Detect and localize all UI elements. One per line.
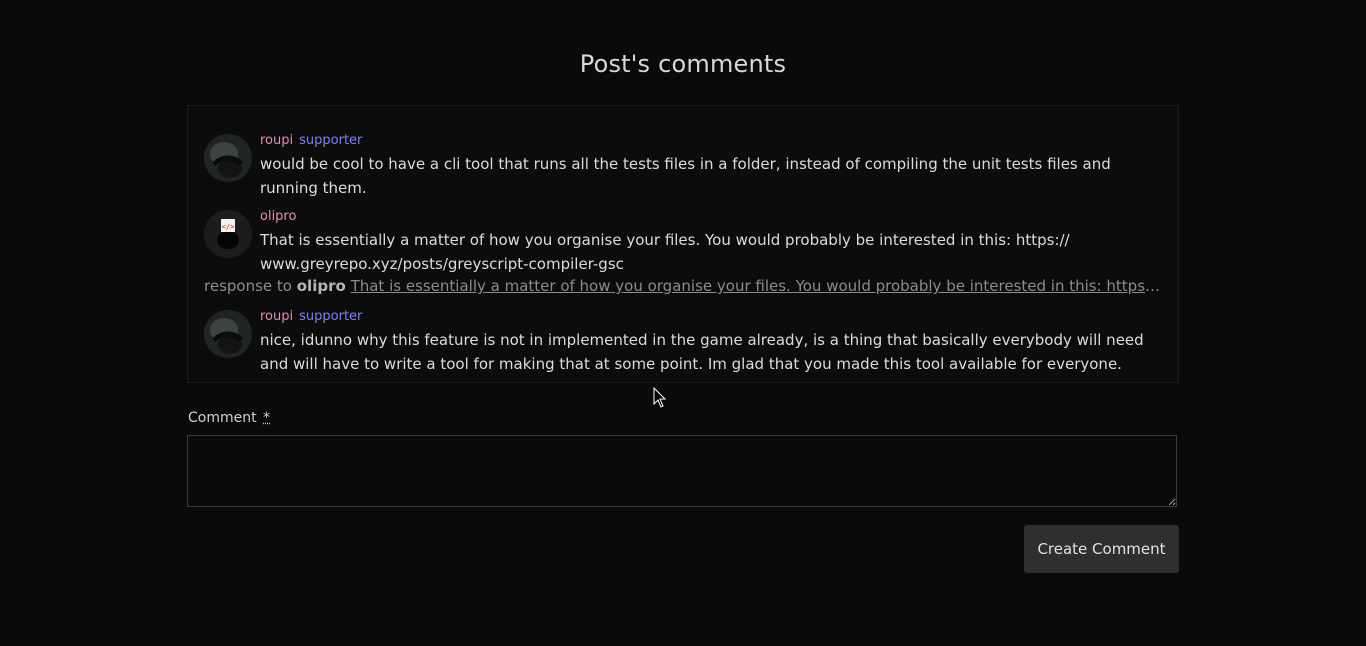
comment-body: nice, idunno why this feature is not in … [260,331,1144,373]
comment-body: would be cool to have a cli tool that ru… [260,155,1111,197]
avatar[interactable]: </> [204,210,252,258]
comments-list: roupi supporter would be cool to have a c… [187,105,1179,383]
create-comment-button[interactable]: Create Comment [1024,525,1179,573]
supporter-badge: supporter [299,133,363,148]
avatar-text: </> [222,223,235,231]
comment-author[interactable]: roupi [260,133,293,148]
reply-to-author: olipro [296,277,346,295]
comment-author[interactable]: roupi [260,309,293,324]
comment-item: roupi supporter nice, idunno why this fea… [204,309,1164,373]
reply-reference: response to olipro That is essentially a… [204,277,1164,295]
required-marker: * [263,410,271,426]
avatar[interactable] [204,134,252,182]
roupi-avatar-icon [204,310,252,358]
page-title: Post's comments [579,50,787,78]
mouse-cursor-icon [653,387,667,408]
comment-label-text: Comment [188,410,257,426]
reply-quote-link[interactable]: That is essentially a matter of how you … [351,277,1164,295]
code-tag-avatar-icon: </> [204,210,252,258]
comment-textarea[interactable] [187,435,1177,507]
comment-meta: roupi supporter [260,309,362,324]
supporter-badge: supporter [299,309,363,324]
comment-meta: roupi supporter [260,133,362,148]
reply-prefix: response to [204,277,292,295]
comment-author[interactable]: olipro [260,209,296,224]
comment-body: That is essentially a matter of how you … [260,231,1070,273]
comment-item: </> olipro That is essentially a matter … [204,209,1164,273]
comment-field-label: Comment * [188,410,270,426]
comment-meta: olipro [260,209,296,224]
roupi-avatar-icon [204,134,252,182]
comment-item: roupi supporter would be cool to have a c… [204,133,1164,197]
avatar[interactable] [204,310,252,358]
